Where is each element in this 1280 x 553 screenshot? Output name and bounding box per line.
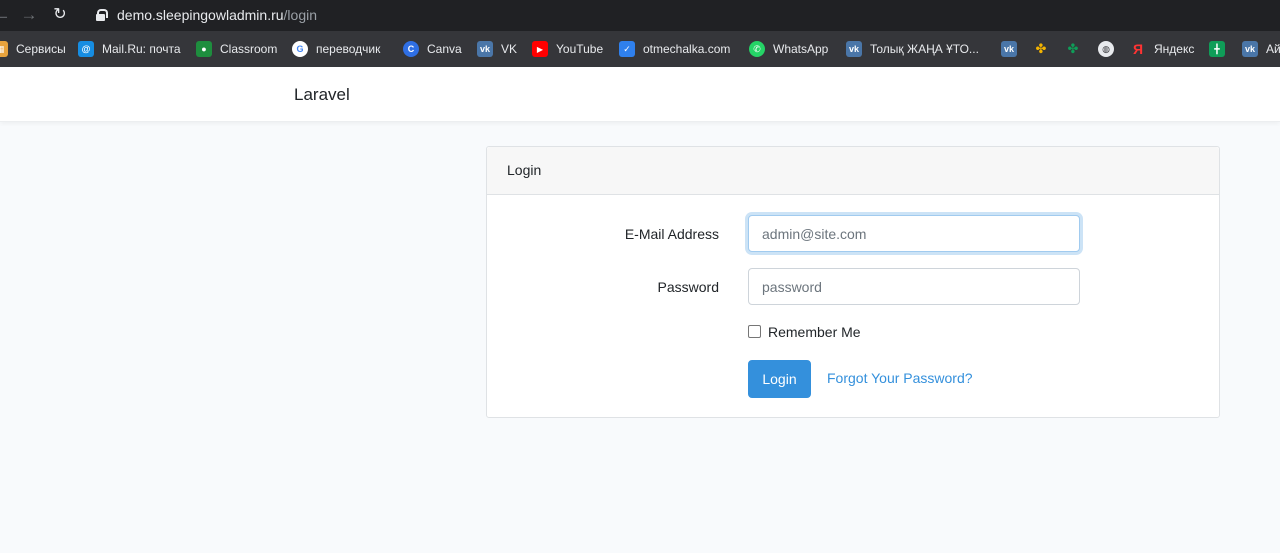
- vk-icon: vk: [846, 41, 862, 57]
- brand-link[interactable]: Laravel: [294, 85, 350, 105]
- password-label: Password: [657, 279, 719, 295]
- forgot-password-link[interactable]: Forgot Your Password?: [827, 370, 973, 386]
- bookmark-label: Сервисы: [16, 42, 66, 56]
- url-text[interactable]: demo.sleepingowladmin.ru/login: [117, 7, 317, 23]
- bookmark-classroom[interactable]: ● Classroom: [196, 40, 277, 58]
- bookmark-globe[interactable]: ◍: [1098, 40, 1122, 58]
- classroom-icon: ●: [196, 41, 212, 57]
- address-bar[interactable]: demo.sleepingowladmin.ru/login: [84, 2, 1280, 29]
- vk-icon: vk: [1001, 41, 1017, 57]
- login-button[interactable]: Login: [748, 360, 811, 398]
- email-label: E-Mail Address: [624, 226, 719, 242]
- reload-icon[interactable]: ↻: [50, 5, 70, 25]
- bookmark-label: WhatsApp: [773, 42, 829, 56]
- forward-arrow-icon[interactable]: →: [19, 5, 39, 25]
- google-translate-icon: G: [292, 41, 308, 57]
- url-path: /login: [283, 7, 318, 23]
- bookmark-label: VK: [501, 42, 518, 56]
- bookmark-mailru[interactable]: @ Mail.Ru: почта: [78, 40, 181, 58]
- bookmark-vk-uto[interactable]: vk Толық ЖАҢА ҰТО...: [846, 40, 979, 58]
- bookmarks-bar: ▦ Сервисы @ Mail.Ru: почта ● Classroom G…: [0, 31, 1280, 67]
- canva-icon: C: [403, 41, 419, 57]
- bookmark-label: YouTube: [556, 42, 604, 56]
- bookmark-vk[interactable]: vk VK: [477, 40, 517, 58]
- bookmark-sheets[interactable]: ╋: [1209, 40, 1233, 58]
- pinwheel-icon: ✤: [1067, 41, 1079, 56]
- bookmark-label: переводчик: [316, 42, 381, 56]
- bookmark-pinwheel-1[interactable]: ✤: [1033, 40, 1057, 58]
- vk-icon: vk: [477, 41, 493, 57]
- bookmark-label: otmechalka.com: [643, 42, 731, 56]
- browser-toolbar: ← → ↻ demo.sleepingowladmin.ru/login: [0, 0, 1280, 31]
- back-arrow-icon[interactable]: ←: [0, 5, 12, 25]
- mailru-icon: @: [78, 41, 94, 57]
- vk-icon: vk: [1242, 41, 1258, 57]
- remember-me-label[interactable]: Remember Me: [768, 324, 861, 340]
- apps-grid-icon: ▦: [0, 41, 8, 57]
- bookmark-label: Classroom: [220, 42, 278, 56]
- bookmark-label: Mail.Ru: почта: [102, 42, 181, 56]
- lock-icon[interactable]: [96, 9, 108, 21]
- email-field[interactable]: [748, 215, 1080, 252]
- bookmark-label: Canva: [427, 42, 462, 56]
- login-card: Login E-Mail Address Password Remember M…: [486, 146, 1220, 418]
- bookmark-label: Ай: [1266, 42, 1280, 56]
- url-domain: demo.sleepingowladmin.ru: [117, 7, 284, 23]
- bookmark-label: Толық ЖАҢА ҰТО...: [870, 42, 979, 56]
- bookmark-services[interactable]: ▦ Сервисы: [0, 40, 66, 58]
- bookmark-whatsapp[interactable]: ✆ WhatsApp: [749, 40, 828, 58]
- card-header: Login: [487, 147, 1219, 195]
- pinwheel-icon: ✤: [1035, 41, 1047, 56]
- bookmark-youtube[interactable]: ▶ YouTube: [532, 40, 603, 58]
- remember-me-checkbox[interactable]: [748, 325, 761, 338]
- bookmark-translate[interactable]: G переводчик: [292, 40, 380, 58]
- checkmark-icon: ✓: [619, 41, 635, 57]
- bookmark-vk-3[interactable]: vk Ай: [1242, 40, 1280, 58]
- bookmark-canva[interactable]: C Canva: [403, 40, 462, 58]
- bookmark-yandex[interactable]: Я Яндекс: [1130, 40, 1194, 58]
- bookmark-vk-2[interactable]: vk: [1001, 40, 1025, 58]
- bookmark-otmechalka[interactable]: ✓ otmechalka.com: [619, 40, 730, 58]
- globe-icon: ◍: [1098, 41, 1114, 57]
- whatsapp-icon: ✆: [749, 41, 765, 57]
- youtube-icon: ▶: [532, 41, 548, 57]
- app-navbar: Laravel: [0, 67, 1280, 122]
- yandex-icon: Я: [1132, 41, 1144, 57]
- bookmark-label: Яндекс: [1154, 42, 1195, 56]
- google-sheets-icon: ╋: [1209, 41, 1225, 57]
- password-field[interactable]: [748, 268, 1080, 305]
- bookmark-pinwheel-2[interactable]: ✤: [1065, 40, 1089, 58]
